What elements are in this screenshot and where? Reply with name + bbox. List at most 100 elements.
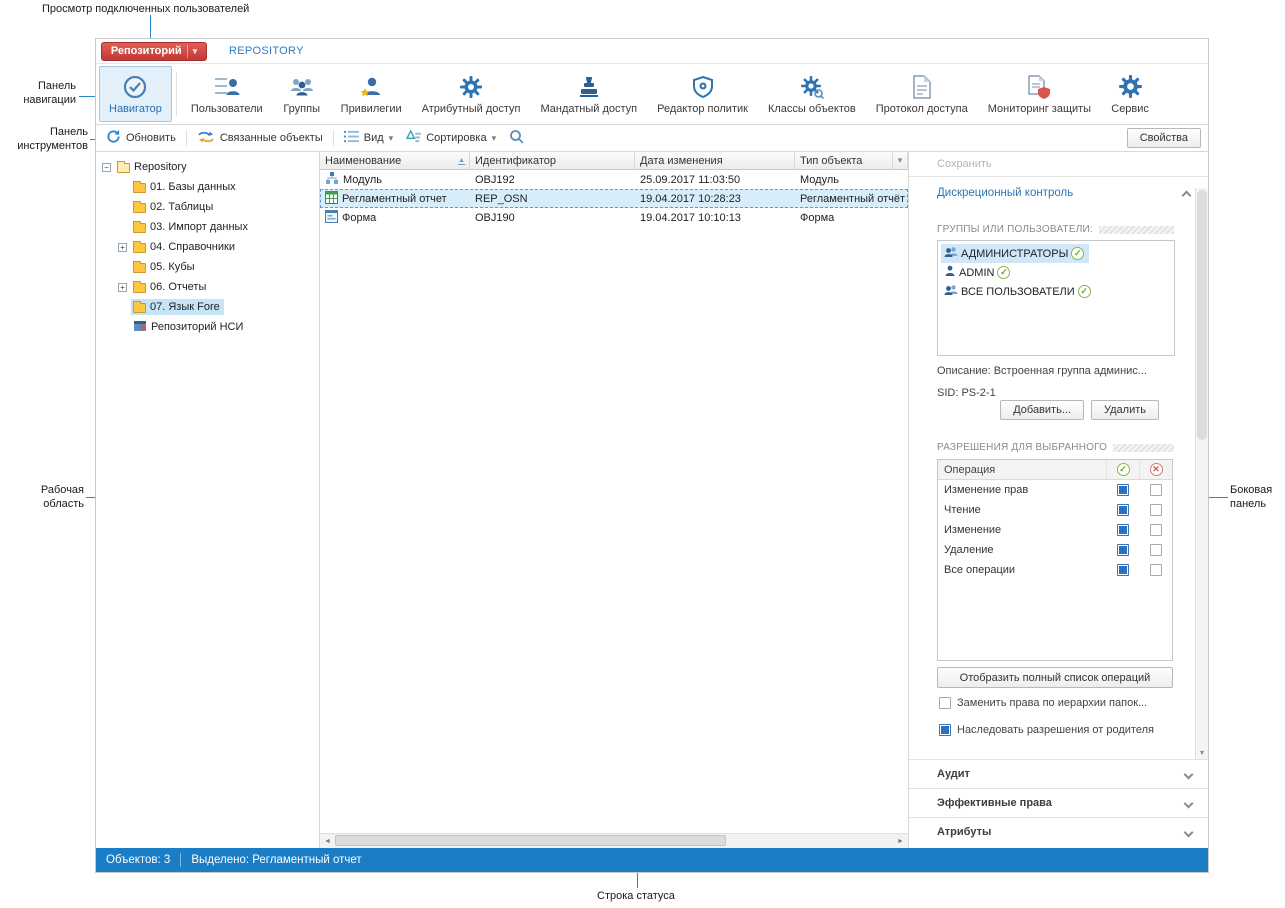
tree-item-repository-root[interactable]: − Repository bbox=[96, 157, 319, 177]
section-header-discretionary-control[interactable]: Дискреционный контроль bbox=[937, 187, 1073, 199]
collapse-expander-icon[interactable]: − bbox=[102, 163, 111, 172]
ribbon-item-object-classes[interactable]: Классы объектов bbox=[758, 66, 866, 122]
list-row-form[interactable]: Форма OBJ190 19.04.2017 10:10:13 Форма bbox=[320, 208, 908, 227]
inherit-permissions-checkbox[interactable] bbox=[939, 724, 951, 736]
sort-icon bbox=[406, 130, 421, 146]
properties-button[interactable]: Свойства bbox=[1127, 128, 1201, 148]
tree-item-fore-language[interactable]: 07. Язык Fore bbox=[96, 297, 319, 317]
scroll-down-icon[interactable]: ▾ bbox=[1196, 746, 1208, 759]
deny-checkbox[interactable] bbox=[1150, 504, 1162, 516]
group-item-admin[interactable]: ADMIN ✓ bbox=[941, 263, 1015, 282]
ribbon-item-label: Атрибутный доступ bbox=[422, 103, 521, 115]
ribbon-item-navigator[interactable]: Навигатор bbox=[99, 66, 172, 122]
horizontal-scrollbar[interactable]: ◄ ► bbox=[320, 833, 908, 848]
tree-item-databases[interactable]: 01. Базы данных bbox=[96, 177, 319, 197]
policy-editor-icon bbox=[691, 74, 715, 100]
column-menu-button[interactable]: ▾ bbox=[893, 152, 908, 169]
scrollbar-thumb[interactable] bbox=[335, 835, 726, 846]
scroll-left-icon[interactable]: ◄ bbox=[320, 834, 335, 848]
repository-menu-button[interactable]: Репозиторий ▾ bbox=[101, 42, 207, 61]
group-description: Описание: Встроенная группа админис... bbox=[937, 365, 1147, 377]
section-header-audit[interactable]: Аудит bbox=[909, 759, 1208, 788]
tree-item-label: 01. Базы данных bbox=[150, 181, 236, 193]
ribbon-item-security-monitor[interactable]: Мониторинг защиты bbox=[978, 66, 1101, 122]
group-item-all-users[interactable]: ВСЕ ПОЛЬЗОВАТЕЛИ ✓ bbox=[941, 282, 1096, 301]
deny-checkbox[interactable] bbox=[1150, 484, 1162, 496]
ribbon-item-label: Привилегии bbox=[341, 103, 402, 115]
folder-icon bbox=[133, 223, 146, 233]
related-objects-button[interactable]: Связанные объекты bbox=[194, 128, 326, 149]
ribbon-item-groups[interactable]: Группы bbox=[273, 66, 331, 122]
scrollbar-thumb[interactable] bbox=[1197, 190, 1207, 440]
view-dropdown[interactable]: Вид ▾ bbox=[341, 128, 396, 148]
decor-stripes bbox=[1099, 226, 1174, 234]
sort-dropdown[interactable]: Сортировка ▾ bbox=[403, 128, 499, 148]
column-header-name[interactable]: Наименование ▲ bbox=[320, 152, 470, 169]
ribbon-item-service[interactable]: Сервис bbox=[1101, 66, 1159, 122]
list-row-module[interactable]: Модуль OBJ192 25.09.2017 11:03:50 Модуль bbox=[320, 170, 908, 189]
tree-item-import[interactable]: 03. Импорт данных bbox=[96, 217, 319, 237]
scroll-right-icon[interactable]: ► bbox=[893, 834, 908, 848]
vertical-scrollbar[interactable]: ▾ bbox=[1195, 188, 1208, 759]
deny-checkbox[interactable] bbox=[1150, 544, 1162, 556]
side-panel: Сохранить Дискреционный контроль ГРУППЫ … bbox=[908, 152, 1208, 848]
folder-icon bbox=[133, 263, 146, 273]
full-operations-list-button[interactable]: Отобразить полный список операций bbox=[937, 667, 1173, 688]
list-row-regulated-report[interactable]: Регламентный отчет REP_OSN 19.04.2017 10… bbox=[320, 189, 908, 208]
group-item-administrators[interactable]: АДМИНИСТРАТОРЫ ✓ bbox=[941, 244, 1089, 263]
delete-button[interactable]: Удалить bbox=[1091, 400, 1159, 420]
tree-item-reports[interactable]: + 06. Отчеты bbox=[96, 277, 319, 297]
group-name: АДМИНИСТРАТОРЫ bbox=[961, 248, 1068, 260]
ribbon-item-attribute-access[interactable]: Атрибутный доступ bbox=[412, 66, 531, 122]
ribbon-item-privileges[interactable]: Привилегии bbox=[331, 66, 412, 122]
replace-hierarchy-checkbox[interactable] bbox=[939, 697, 951, 709]
ribbon-item-access-log[interactable]: Протокол доступа bbox=[866, 66, 978, 122]
tree-item-label: 02. Таблицы bbox=[150, 201, 213, 213]
allow-checkbox[interactable] bbox=[1117, 564, 1129, 576]
column-header-type[interactable]: Тип объекта bbox=[795, 152, 893, 169]
ribbon-item-policy-editor[interactable]: Редактор политик bbox=[647, 66, 758, 122]
ribbon-item-mandatory-access[interactable]: Мандатный доступ bbox=[530, 66, 647, 122]
deny-checkbox[interactable] bbox=[1150, 564, 1162, 576]
allow-checkbox[interactable] bbox=[1117, 524, 1129, 536]
access-log-icon bbox=[911, 74, 933, 100]
section-header-attributes[interactable]: Атрибуты bbox=[909, 817, 1208, 846]
inherit-permissions-option[interactable]: Наследовать разрешения от родителя bbox=[939, 724, 1154, 736]
annotation-side-panel: Боковая панель bbox=[1230, 484, 1285, 512]
group-icon bbox=[944, 246, 958, 261]
save-button-disabled[interactable]: Сохранить bbox=[937, 158, 992, 170]
ribbon-item-users[interactable]: Пользователи bbox=[181, 66, 273, 122]
tree-item-cubes[interactable]: 05. Кубы bbox=[96, 257, 319, 277]
tab-repository[interactable]: REPOSITORY bbox=[221, 42, 312, 60]
ribbon-navigation: Навигатор Пользователи Группы Привилегии bbox=[96, 63, 1208, 125]
object-tree: − Repository 01. Базы данных 02. Таблицы… bbox=[96, 152, 320, 848]
tree-item-tables[interactable]: 02. Таблицы bbox=[96, 197, 319, 217]
refresh-button[interactable]: Обновить bbox=[103, 127, 179, 149]
add-button[interactable]: Добавить... bbox=[1000, 400, 1084, 420]
group-icon bbox=[944, 284, 958, 299]
allow-checkbox[interactable] bbox=[1117, 544, 1129, 556]
tree-item-nsi-repository[interactable]: Репозиторий НСИ bbox=[96, 317, 319, 337]
nsi-repository-icon bbox=[133, 319, 147, 335]
allow-column-icon: ✓ bbox=[1117, 463, 1130, 476]
repository-menu-label: Репозиторий bbox=[111, 45, 182, 57]
cell-name: Форма bbox=[342, 212, 376, 224]
column-header-identifier[interactable]: Идентификатор bbox=[470, 152, 635, 169]
report-icon bbox=[325, 191, 338, 207]
operation-column-label: Операция bbox=[938, 464, 1106, 476]
status-divider bbox=[180, 853, 181, 867]
allow-checkbox[interactable] bbox=[1117, 504, 1129, 516]
search-button[interactable] bbox=[506, 127, 527, 149]
ribbon-separator bbox=[176, 72, 177, 116]
section-header-effective-rights[interactable]: Эффективные права bbox=[909, 788, 1208, 817]
object-list: Наименование ▲ Идентификатор Дата измене… bbox=[320, 152, 908, 848]
expand-expander-icon[interactable]: + bbox=[118, 283, 127, 292]
chevron-up-icon[interactable] bbox=[1182, 191, 1192, 201]
view-icon bbox=[344, 130, 359, 146]
replace-hierarchy-option[interactable]: Заменить права по иерархии папок... bbox=[939, 697, 1147, 709]
column-header-date[interactable]: Дата изменения bbox=[635, 152, 795, 169]
allow-checkbox[interactable] bbox=[1117, 484, 1129, 496]
deny-checkbox[interactable] bbox=[1150, 524, 1162, 536]
expand-expander-icon[interactable]: + bbox=[118, 243, 127, 252]
tree-item-dictionaries[interactable]: + 04. Справочники bbox=[96, 237, 319, 257]
